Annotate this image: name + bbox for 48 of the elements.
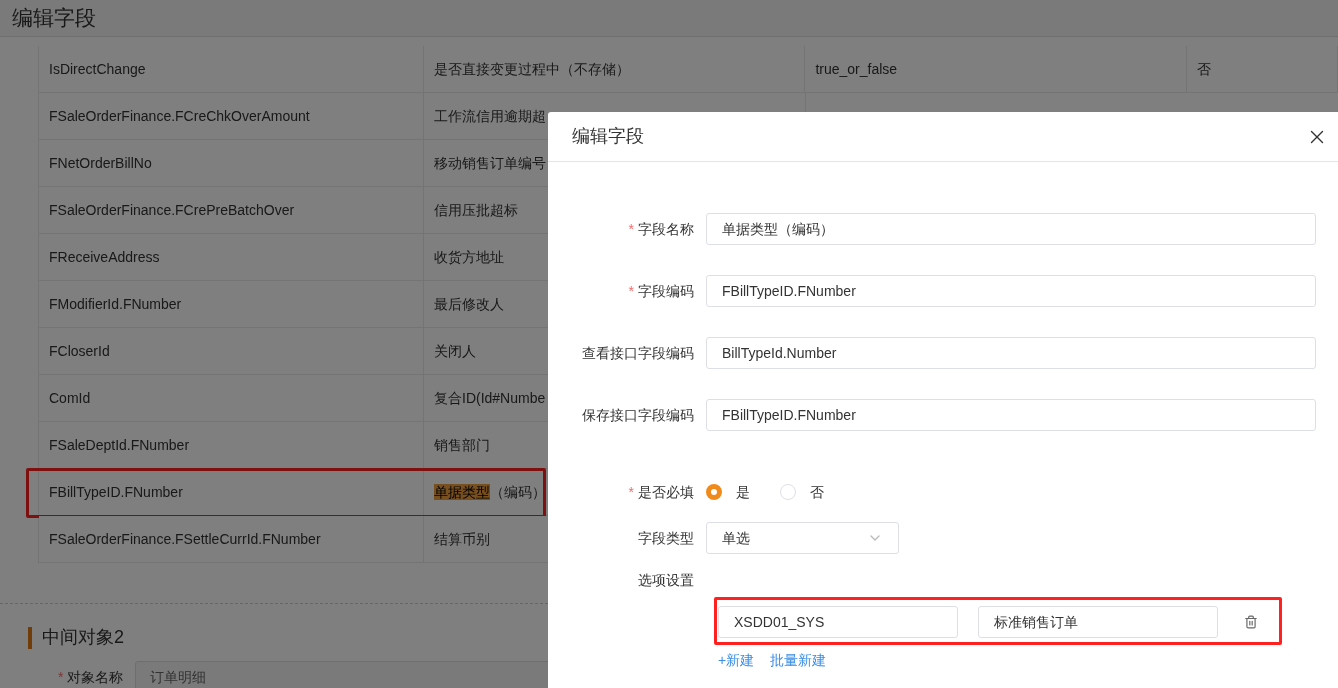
cell-text: FBillTypeID.FNumber	[49, 482, 183, 502]
cell-text: 最后修改人	[434, 294, 504, 314]
field-label: * 字段名称	[628, 220, 694, 237]
cell-text: 复合ID(Id#Numbe	[434, 388, 546, 408]
field-label: * 字段编码	[628, 282, 694, 299]
field-label: * 是否必填	[628, 483, 694, 500]
cell-text: 工作流信用逾期超	[434, 106, 546, 126]
cell-text: FSaleDeptId.FNumber	[49, 435, 190, 455]
cell-text: 结算币别	[434, 529, 490, 549]
radio-option[interactable]: 否	[780, 481, 824, 503]
field-label: 保存接口字段编码	[582, 406, 694, 423]
input-field[interactable]: FBillTypeID.FNumber	[706, 275, 1316, 307]
cell-text: FSaleOrderFinance.FCreChkOverAmount	[49, 106, 310, 126]
cell-text: FSaleOrderFinance.FSettleCurrId.FNumber	[49, 529, 321, 549]
cell-text: FModifierId.FNumber	[49, 294, 182, 314]
field-label: 查看接口字段编码	[582, 344, 694, 361]
delete-icon[interactable]	[1244, 615, 1258, 629]
input-field[interactable]: 标准销售订单	[978, 606, 1218, 638]
cell-text: 信用压批超标	[434, 200, 518, 220]
select-field[interactable]: 单选	[706, 522, 899, 554]
cell-text: 销售部门	[434, 435, 490, 455]
cell-text: 收货方地址	[434, 247, 504, 267]
input-field[interactable]: BillTypeId.Number	[706, 337, 1316, 369]
section-title: 中间对象2	[42, 626, 124, 649]
input-field[interactable]: XSDD01_SYS	[718, 606, 958, 638]
input-field[interactable]: 单据类型（编码）	[706, 213, 1316, 245]
cell-text: 移动销售订单编号	[434, 153, 546, 173]
cell-text: 否	[1197, 59, 1212, 79]
input-field[interactable]: FBillTypeID.FNumber	[706, 399, 1316, 431]
page-title: 编辑字段	[12, 5, 96, 32]
field-label: 字段类型	[638, 529, 694, 546]
radio-option[interactable]: 是	[706, 481, 750, 503]
cell-text: true_or_false	[815, 59, 898, 79]
field-label: 选项设置	[638, 571, 694, 588]
cell-text: FSaleOrderFinance.FCrePreBatchOver	[49, 200, 295, 220]
link[interactable]: +新建	[718, 650, 755, 671]
field-label: * 对象名称	[58, 667, 124, 687]
cell-text: FReceiveAddress	[49, 247, 160, 267]
cell-text: 关闭人	[434, 341, 476, 361]
link[interactable]: 批量新建	[770, 650, 827, 671]
cell-text: IsDirectChange	[49, 59, 146, 79]
highlighted-text: 单据类型	[434, 483, 490, 500]
cell-text: FNetOrderBillNo	[49, 153, 152, 173]
dialog-title: 编辑字段	[572, 125, 644, 148]
cell-text: 是否直接变更过程中（不存储）	[433, 59, 630, 79]
cell-text: ComId	[49, 388, 91, 408]
cell-text: FCloserId	[49, 341, 110, 361]
cell-text: （编码）	[490, 483, 546, 500]
